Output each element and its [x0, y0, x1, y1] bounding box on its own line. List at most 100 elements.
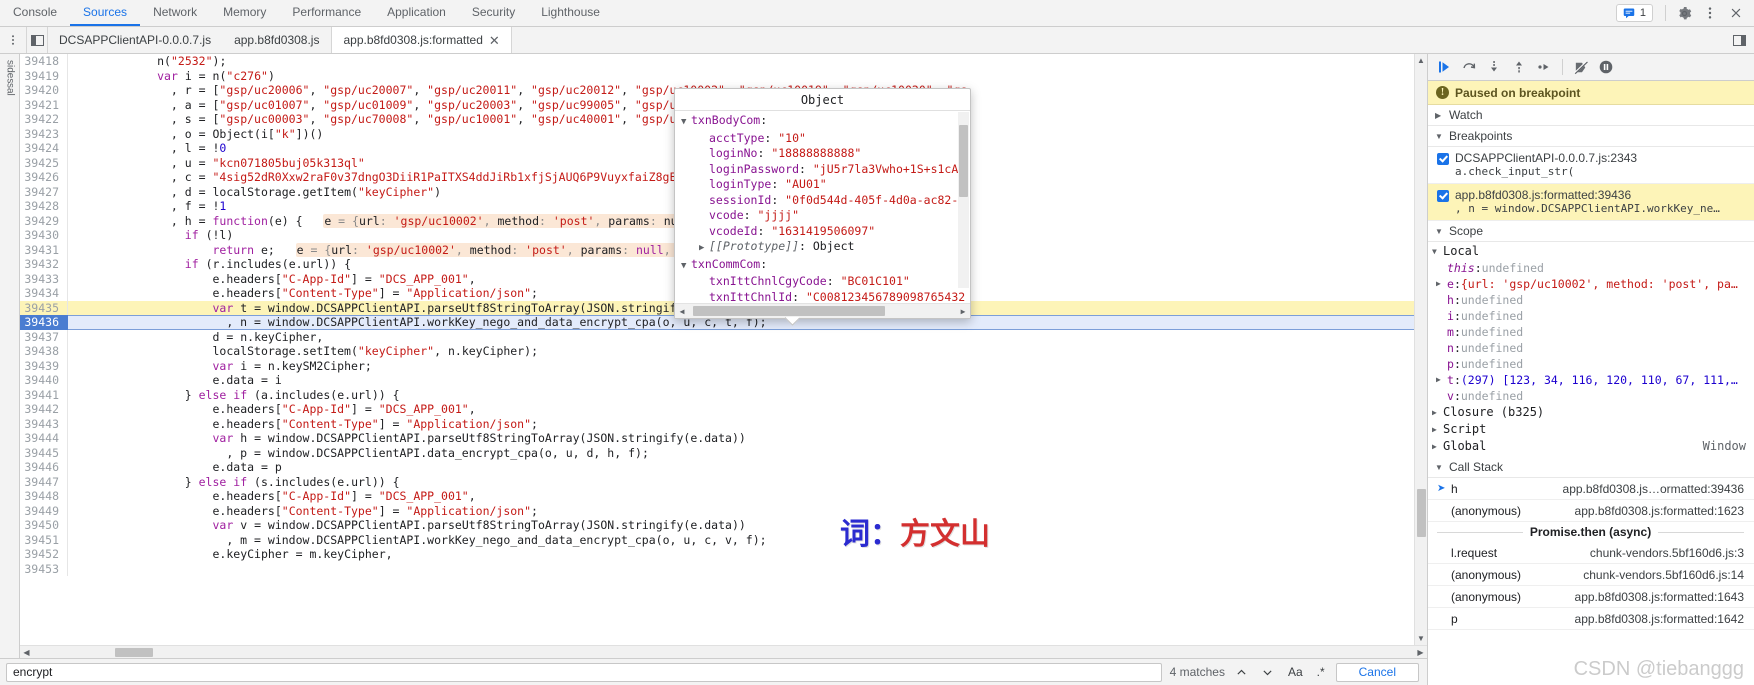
scope-variable-row[interactable]: v: undefined [1428, 388, 1754, 404]
chevron-right-icon[interactable]: ▶ [1436, 276, 1447, 292]
line-number[interactable]: 39419 [20, 68, 68, 83]
step-over-button[interactable] [1458, 56, 1480, 78]
call-stack-frame[interactable]: p app.b8fd0308.js:formatted:1642 [1428, 608, 1754, 630]
line-number[interactable]: 39450 [20, 518, 68, 533]
line-number[interactable]: 39421 [20, 97, 68, 112]
line-number[interactable]: 39443 [20, 416, 68, 431]
code-line[interactable]: 39443 e.headers["Content-Type"] = "Appli… [20, 416, 1414, 431]
line-number[interactable]: 39426 [20, 170, 68, 185]
line-number[interactable]: 39440 [20, 373, 68, 388]
object-preview-popover[interactable]: Object ▼ txnBodyCom: acctType: "10" loginNo… [674, 88, 971, 319]
code-line[interactable]: 39439 var i = n.keySM2Cipher; [20, 358, 1414, 373]
breakpoint-checkbox[interactable] [1437, 190, 1449, 202]
line-number[interactable]: 39444 [20, 431, 68, 446]
section-header-watch[interactable]: ▶ Watch [1428, 105, 1754, 126]
line-number[interactable]: 39441 [20, 387, 68, 402]
call-stack-frame[interactable]: (anonymous) app.b8fd0308.js:formatted:162… [1428, 500, 1754, 522]
scope-variable-row[interactable]: this: undefined [1428, 260, 1754, 276]
code-line[interactable]: 39441 } else if (a.includes(e.url)) { [20, 387, 1414, 402]
line-number[interactable]: 39423 [20, 126, 68, 141]
scope-variable-row[interactable]: m: undefined [1428, 324, 1754, 340]
scope-group-local[interactable]: ▼ Local [1428, 243, 1754, 260]
line-number[interactable]: 39418 [20, 54, 68, 69]
popover-property-row[interactable]: ▼ txnCommCom: [681, 257, 970, 275]
popover-property-row[interactable]: ▶ [[Prototype]]: Object [681, 239, 970, 257]
tab-application[interactable]: Application [374, 0, 459, 26]
popover-scroll-right-icon[interactable]: ▶ [956, 307, 970, 316]
tab-memory[interactable]: Memory [210, 0, 279, 26]
code-line[interactable]: 39445 , p = window.DCSAPPClientAPI.data_… [20, 445, 1414, 460]
chevron-right-icon[interactable]: ▶ [1436, 372, 1447, 388]
popover-property-row[interactable]: ▼ txnBodyCom: [681, 113, 970, 131]
line-number[interactable]: 39453 [20, 561, 68, 576]
popover-property-row[interactable]: loginType: "AU01" [681, 177, 970, 193]
line-number[interactable]: 39451 [20, 532, 68, 547]
section-header-scope[interactable]: ▼ Scope [1428, 221, 1754, 242]
line-number[interactable]: 39433 [20, 271, 68, 286]
popover-vscroll-thumb[interactable] [959, 125, 968, 197]
line-number[interactable]: 39447 [20, 474, 68, 489]
scope-variable-row[interactable]: i: undefined [1428, 308, 1754, 324]
scope-variable-row[interactable]: n: undefined [1428, 340, 1754, 356]
cancel-button[interactable]: Cancel [1335, 662, 1419, 682]
breakpoint-item[interactable]: app.b8fd0308.js:formatted:39436, n = win… [1428, 184, 1754, 221]
line-number[interactable]: 39430 [20, 228, 68, 243]
code-line[interactable]: 39444 var h = window.DCSAPPClientAPI.par… [20, 431, 1414, 446]
popover-property-row[interactable]: txnIttChnlId: "C008123456789098765432 [681, 290, 970, 304]
regex-button[interactable]: .* [1314, 665, 1328, 679]
section-header-breakpoints[interactable]: ▼ Breakpoints [1428, 126, 1754, 147]
code-line[interactable]: 39440 e.data = i [20, 373, 1414, 388]
scroll-up-icon[interactable]: ▲ [1415, 54, 1428, 67]
gear-icon[interactable] [1672, 1, 1696, 25]
file-tab[interactable]: DCSAPPClientAPI-0.0.0.7.js [48, 27, 223, 53]
vertical-scroll-thumb[interactable] [1417, 489, 1426, 537]
code-line[interactable]: 39419 var i = n("c276") [20, 68, 1414, 83]
line-number[interactable]: 39452 [20, 547, 68, 562]
line-number[interactable]: 39435 [20, 300, 68, 315]
popover-property-row[interactable]: acctType: "10" [681, 131, 970, 147]
code-line[interactable]: 39447 } else if (s.includes(e.url)) { [20, 474, 1414, 489]
scope-variable-row[interactable]: ▶ e: {url: 'gsp/uc10002', method: 'post',… [1428, 276, 1754, 292]
line-number[interactable]: 39428 [20, 199, 68, 214]
tab-sources[interactable]: Sources [70, 0, 141, 26]
chevron-right-icon[interactable]: ▶ [699, 241, 709, 257]
line-number[interactable]: 39449 [20, 503, 68, 518]
call-stack-frame[interactable]: (anonymous) chunk-vendors.5bf160d6.js:14 [1428, 564, 1754, 586]
horizontal-scroll-thumb[interactable] [115, 648, 153, 657]
chevron-down-icon[interactable]: ▼ [681, 259, 691, 275]
pause-on-exceptions-icon[interactable] [1595, 56, 1617, 78]
code-line[interactable]: 39437 d = n.keyCipher, [20, 329, 1414, 344]
popover-horizontal-scrollbar[interactable]: ◀ ▶ [675, 303, 970, 318]
line-number[interactable]: 39436 [20, 315, 68, 330]
tab-network[interactable]: Network [140, 0, 210, 26]
line-number[interactable]: 39420 [20, 83, 68, 98]
line-number[interactable]: 39422 [20, 112, 68, 127]
line-number[interactable]: 39432 [20, 257, 68, 272]
search-prev-icon[interactable] [1233, 663, 1251, 681]
scroll-left-icon[interactable]: ◀ [20, 646, 33, 659]
popover-property-row[interactable]: txnIttChnlCgyCode: "BC01C101" [681, 274, 970, 290]
line-number[interactable]: 39439 [20, 358, 68, 373]
tab-performance[interactable]: Performance [279, 0, 374, 26]
line-number[interactable]: 39431 [20, 242, 68, 257]
line-number[interactable]: 39425 [20, 155, 68, 170]
popover-property-row[interactable]: vcodeId: "1631419506097" [681, 224, 970, 240]
search-input[interactable]: encrypt [6, 662, 1162, 682]
editor-vertical-scrollbar[interactable]: ▲ ▼ [1414, 54, 1427, 645]
tab-security[interactable]: Security [459, 0, 528, 26]
code-line[interactable]: 39438 localStorage.setItem("keyCipher", … [20, 344, 1414, 359]
line-number[interactable]: 39429 [20, 213, 68, 228]
popover-scroll-left-icon[interactable]: ◀ [675, 307, 689, 316]
popover-property-row[interactable]: vcode: "jjjj" [681, 208, 970, 224]
breakpoint-checkbox[interactable] [1437, 153, 1449, 165]
close-icon[interactable] [1724, 1, 1748, 25]
scope-variable-row[interactable]: h: undefined [1428, 292, 1754, 308]
call-stack-frame[interactable]: ➤ h app.b8fd0308.js…ormatted:39436 [1428, 478, 1754, 500]
scroll-right-icon[interactable]: ▶ [1414, 646, 1427, 659]
code-line[interactable]: 39451 , m = window.DCSAPPClientAPI.workK… [20, 532, 1414, 547]
line-number[interactable]: 39446 [20, 460, 68, 475]
line-number[interactable]: 39427 [20, 184, 68, 199]
popover-property-row[interactable]: loginNo: "18888888888" [681, 146, 970, 162]
message-count-badge[interactable]: 1 [1615, 4, 1653, 22]
code-line[interactable]: 39452 e.keyCipher = m.keyCipher, [20, 547, 1414, 562]
